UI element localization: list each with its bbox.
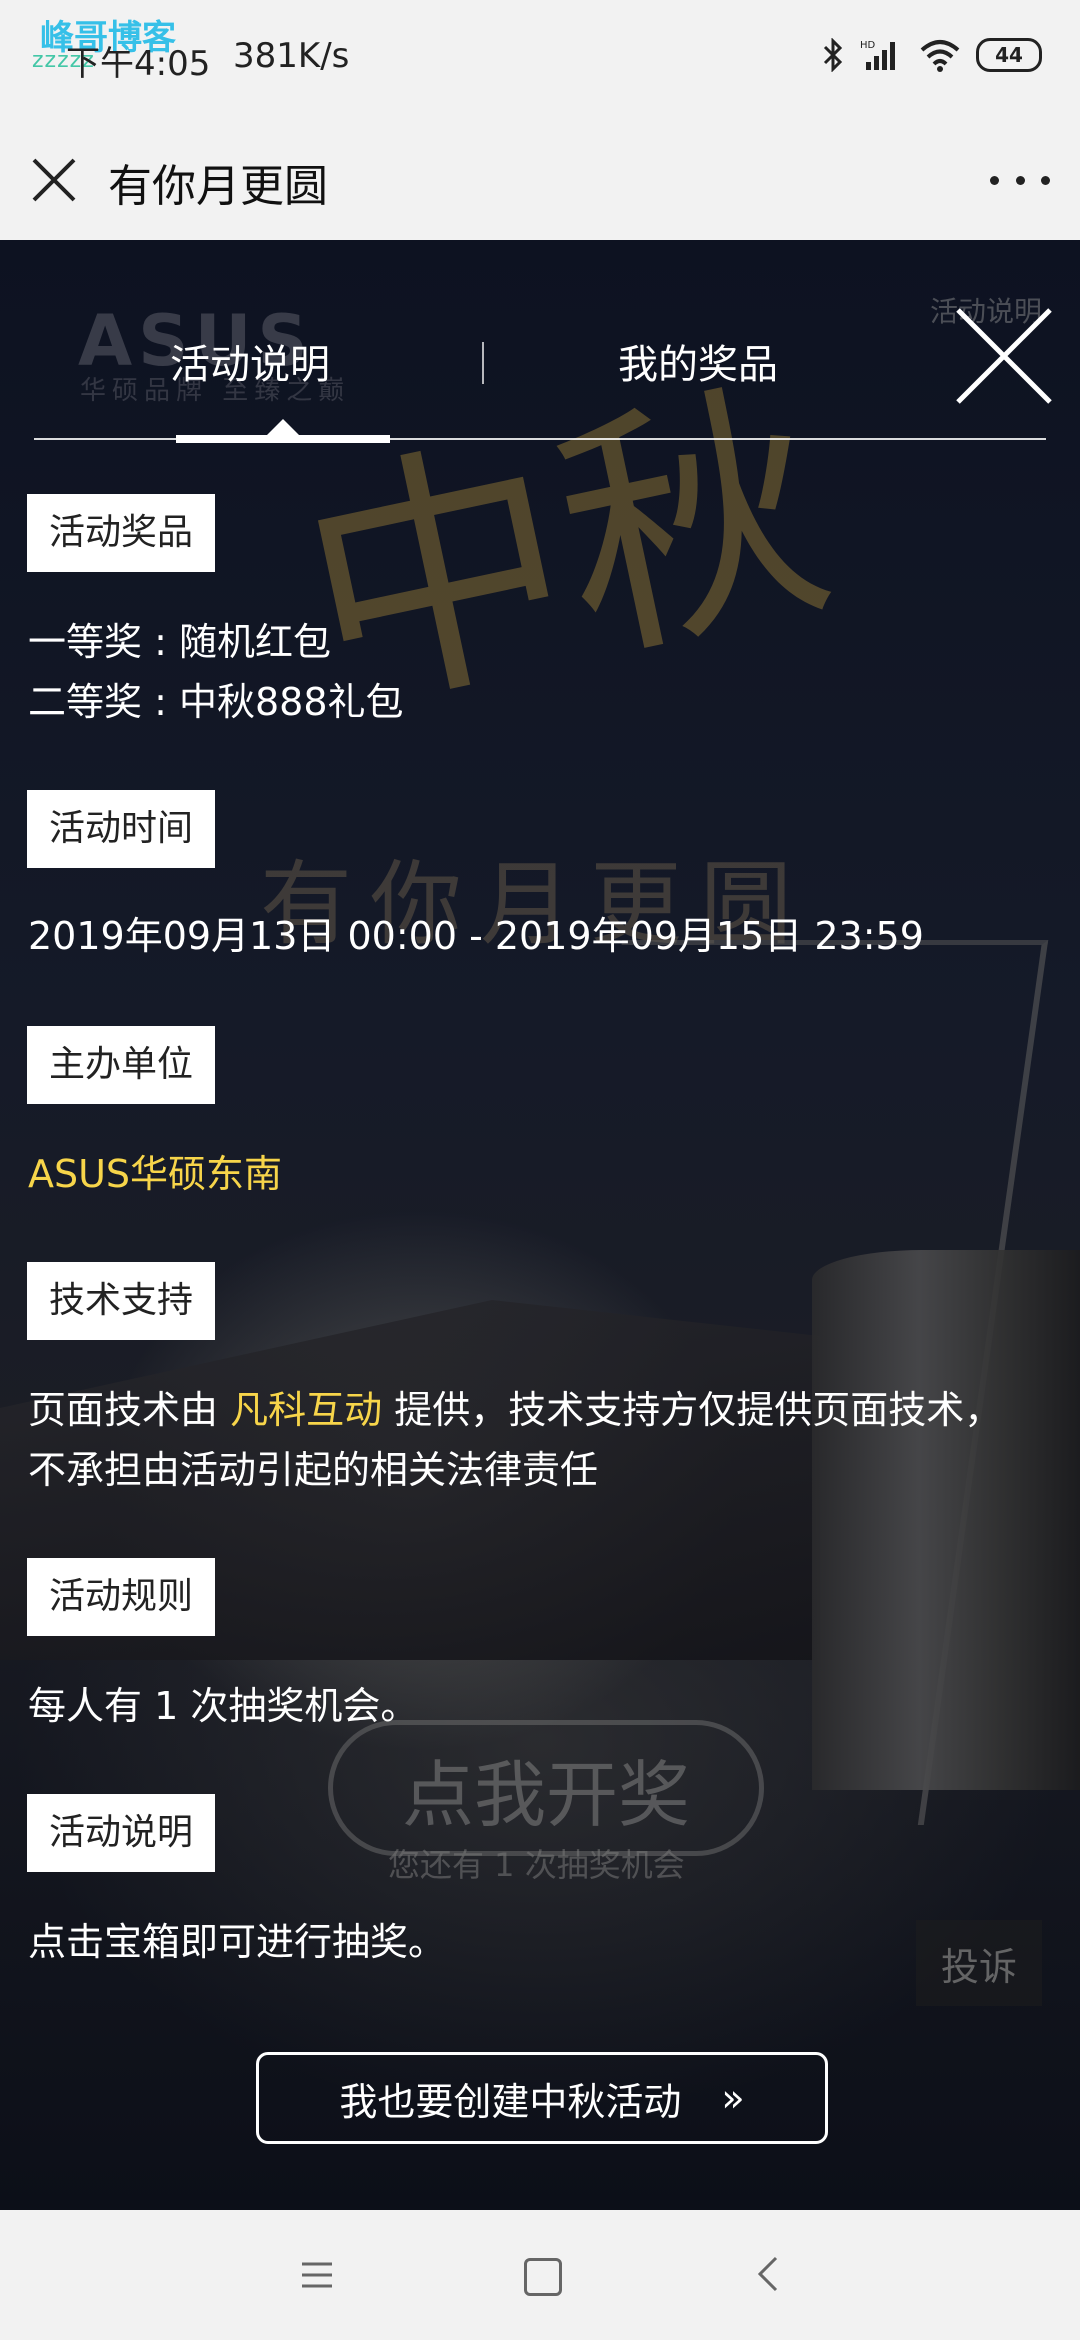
status-bar: 峰哥博客 zzzzz 下午4:05 381K/s HD 44: [0, 0, 1080, 118]
description-text: 点击宝箱即可进行抽奖。: [28, 1920, 447, 1964]
prize-line-2: 二等奖 : 中秋888礼包: [28, 680, 404, 724]
complain-button: 投诉: [916, 1920, 1042, 2006]
create-activity-button[interactable]: 我也要创建中秋活动 »: [256, 2052, 828, 2144]
tech-support-text: 页面技术由 凡科互动 提供，技术支持方仅提供页面技术，: [28, 1380, 1002, 1440]
wifi-icon: [920, 40, 960, 72]
recent-apps-icon[interactable]: [300, 2260, 334, 2290]
signal-hd-label: HD: [860, 40, 876, 51]
system-nav-bar: [0, 2210, 1080, 2340]
tab-caret: [265, 419, 301, 437]
prize-line-1: 一等奖 : 随机红包: [28, 620, 331, 664]
activity-time: 2019年09月13日 00:00 - 2019年09月15日 23:59: [28, 914, 924, 958]
section-label-rules: 活动规则: [27, 1558, 216, 1636]
tab-activity-info[interactable]: 活动说明: [170, 332, 330, 390]
section-label-time: 活动时间: [27, 790, 216, 868]
tech-disclaimer: 不承担由活动引起的相关法律责任: [28, 1448, 599, 1492]
title-bar: 有你月更圆: [0, 118, 1080, 241]
tab-my-prizes[interactable]: 我的奖品: [618, 332, 778, 390]
status-icons: HD 44: [822, 38, 1042, 72]
draw-chance-text: 您还有 1 次抽奖机会: [388, 1846, 685, 1884]
close-panel-icon[interactable]: [948, 300, 1060, 412]
section-label-prizes: 活动奖品: [27, 494, 216, 572]
section-label-tech: 技术支持: [27, 1262, 216, 1340]
status-net-speed: 381K/s: [233, 36, 350, 76]
tab-divider: [482, 342, 484, 384]
bluetooth-icon: [823, 38, 843, 72]
status-time: 下午4:05: [66, 44, 211, 84]
page-title: 有你月更圆: [108, 161, 328, 212]
rules-text: 每人有 1 次抽奖机会。: [28, 1684, 419, 1728]
battery-indicator: 44: [976, 38, 1042, 72]
close-icon[interactable]: [28, 154, 80, 206]
tech-prefix: 页面技术由: [28, 1388, 231, 1432]
activity-panel: ASUS 华硕品牌 至臻之巅 中秋 有你月更圆 活动说明 点我开奖 您还有 1 …: [0, 240, 1080, 2210]
double-chevron-right-icon: »: [721, 2076, 745, 2120]
draw-button: 点我开奖: [328, 1720, 764, 1856]
tech-suffix: 提供，技术支持方仅提供页面技术，: [382, 1388, 1003, 1432]
organizer-name: ASUS华硕东南: [28, 1152, 283, 1196]
more-menu-icon[interactable]: [990, 162, 1050, 198]
tech-provider-link[interactable]: 凡科互动: [230, 1388, 382, 1432]
section-label-description: 活动说明: [27, 1794, 216, 1872]
section-label-organizer: 主办单位: [27, 1026, 216, 1104]
tab-bar: 活动说明 我的奖品: [34, 240, 1052, 443]
back-icon[interactable]: [756, 2254, 780, 2294]
create-activity-label: 我也要创建中秋活动: [339, 2079, 682, 2124]
home-icon[interactable]: [524, 2258, 562, 2296]
signal-icon: HD: [860, 40, 895, 70]
product-image: [812, 1250, 1080, 1790]
